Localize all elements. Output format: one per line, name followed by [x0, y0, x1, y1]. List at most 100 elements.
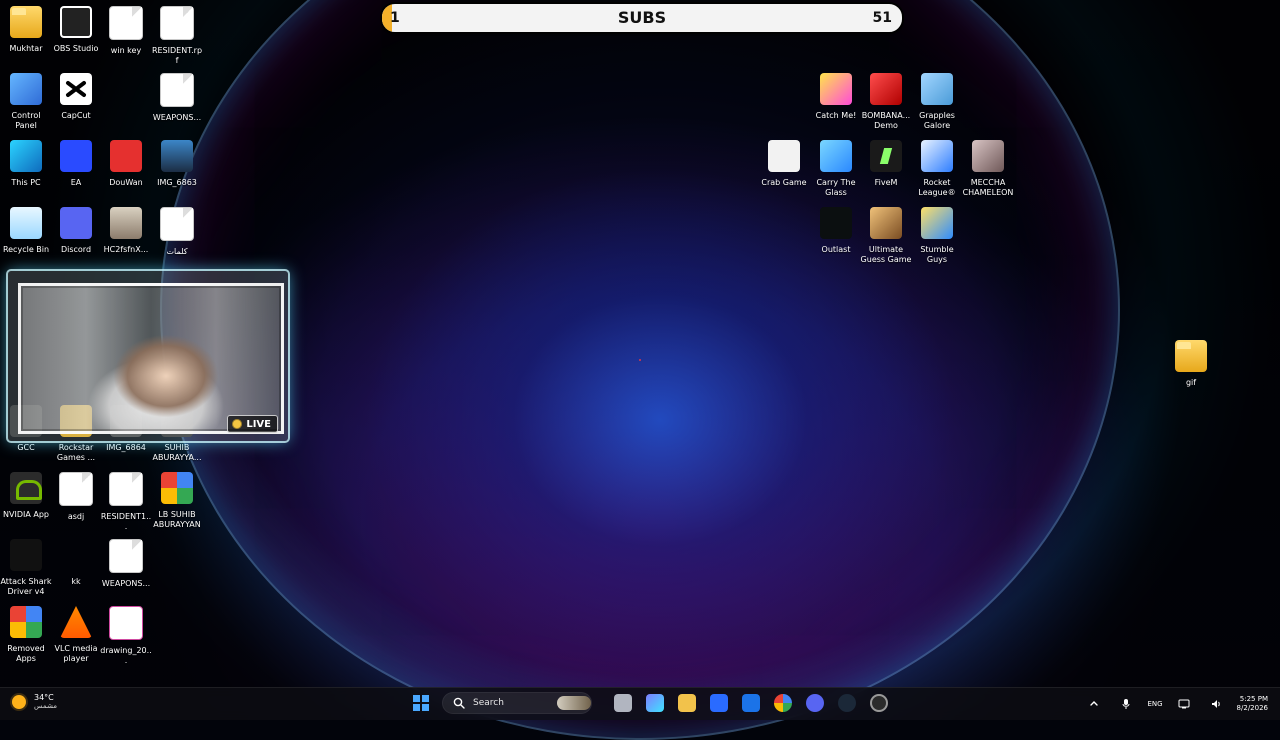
desktop-icon[interactable]: EA	[50, 140, 102, 188]
desktop-icon[interactable]: NVIDIA App	[0, 472, 52, 520]
desktop-icon[interactable]: gif	[1165, 340, 1217, 388]
file-icon	[160, 207, 194, 241]
desktop-icon[interactable]: MECCHA CHAMELEON	[962, 140, 1014, 198]
desktop-icon-label: asdj	[67, 512, 85, 521]
desktop-icon-label: WEAPONS...	[152, 113, 202, 122]
live-label: LIVE	[246, 418, 271, 430]
chrome-button[interactable]	[772, 692, 794, 714]
ea-icon	[60, 140, 92, 172]
mic-icon	[1122, 699, 1130, 709]
desktop-icon[interactable]: Grapples Galore	[911, 73, 963, 131]
steam-button[interactable]	[836, 692, 858, 714]
desktop-icon[interactable]: VLC media player	[50, 606, 102, 664]
desktop-icon[interactable]: WEAPONS...	[151, 73, 203, 123]
desktop-icon[interactable]: This PC	[0, 140, 52, 188]
desktop-icon-label: MECCHA CHAMELEON	[962, 178, 1014, 197]
image-icon	[161, 140, 193, 172]
desktop-icon[interactable]: IMG_6863	[151, 140, 203, 188]
store-icon	[710, 694, 728, 712]
weather-widget[interactable]: 34°C مشمس	[12, 693, 57, 711]
control-panel-icon	[10, 73, 42, 105]
desktop-icon[interactable]: Control Panel	[0, 73, 52, 131]
folder-icon	[10, 6, 42, 38]
desktop-icon[interactable]: Recycle Bin	[0, 207, 52, 255]
desktop-icon-label: Attack Shark Driver v4	[0, 577, 52, 596]
language-indicator[interactable]: ENG	[1147, 700, 1162, 708]
desktop-icon[interactable]: Catch Me!	[810, 73, 862, 121]
carry-glass-icon	[820, 140, 852, 172]
desktop-icon[interactable]: Mukhtar	[0, 6, 52, 54]
task-view-button[interactable]	[612, 692, 634, 714]
desktop-icon[interactable]: RESIDENT1...	[100, 472, 152, 532]
desktop-icon-label: FiveM	[874, 178, 898, 187]
desktop-icon[interactable]: Outlast	[810, 207, 862, 255]
taskbar-pinned-apps	[612, 692, 890, 714]
desktop-icon[interactable]: Crab Game	[758, 140, 810, 188]
desktop-icon[interactable]: OBS Studio	[50, 6, 102, 54]
chrome-icon	[161, 472, 193, 504]
desktop-icon[interactable]: Ultimate Guess Game	[860, 207, 912, 265]
volume-button[interactable]	[1205, 693, 1227, 715]
desktop-icon-label: VLC media player	[54, 644, 98, 663]
outlook-button[interactable]	[740, 692, 762, 714]
desktop-icon-label: RESIDENT.rpf	[151, 46, 203, 65]
settings-button[interactable]	[868, 692, 890, 714]
desktop-icon[interactable]: Stumble Guys	[911, 207, 963, 265]
taskbar-search[interactable]: Search	[442, 692, 592, 714]
desktop-icon[interactable]: asdj	[50, 472, 102, 522]
desktop-icon[interactable]: Removed Apps	[0, 606, 52, 664]
desktop-icon[interactable]: WEAPONS...	[100, 539, 152, 589]
desktop-icon[interactable]: كلمات	[151, 207, 203, 257]
desktop-icon[interactable]: win key	[100, 6, 152, 56]
network-button[interactable]	[1173, 693, 1195, 715]
sun-icon	[12, 695, 26, 709]
stumble-guys-icon	[921, 207, 953, 239]
desktop-icon[interactable]: RESIDENT.rpf	[151, 6, 203, 66]
obs-icon	[60, 6, 92, 38]
desktop-icon[interactable]: kk	[50, 539, 102, 587]
desktop-icon-label: gif	[1185, 378, 1197, 387]
desktop-icon[interactable]: Carry The Glass	[810, 140, 862, 198]
desktop-icon[interactable]: drawing_20...	[100, 606, 152, 666]
desktop-icon[interactable]: CapCut	[50, 73, 102, 121]
desktop-icon-label: kk	[71, 577, 81, 586]
file-icon	[59, 472, 93, 506]
desktop-icon[interactable]: HC2fsfnX...	[100, 207, 152, 255]
file-explorer-button[interactable]	[676, 692, 698, 714]
discord-button[interactable]	[804, 692, 826, 714]
desktop-icon-label: Grapples Galore	[919, 111, 955, 130]
desktop-icon	[151, 606, 203, 644]
file-icon	[109, 539, 143, 573]
red-dot	[639, 359, 641, 361]
desktop-icon-label: كلمات	[166, 247, 188, 256]
desktop-icon[interactable]: Attack Shark Driver v4	[0, 539, 52, 597]
clock[interactable]: 5:25 PM 8/2/2026	[1237, 695, 1268, 713]
desktop-icon-label: Mukhtar	[9, 44, 43, 53]
outlook-icon	[742, 694, 760, 712]
gear-icon	[870, 694, 888, 712]
start-button[interactable]	[410, 692, 432, 714]
desktop-icon-label: NVIDIA App	[3, 510, 49, 519]
desktop-icon[interactable]: BOMBANA... Demo	[860, 73, 912, 131]
live-badge: LIVE	[227, 415, 278, 433]
file-icon	[109, 472, 143, 506]
tray-overflow-button[interactable]	[1083, 693, 1105, 715]
webcam-overlay: LIVE	[8, 271, 288, 441]
desktop-icon-label: win key	[110, 46, 142, 55]
desktop-icon-label: Discord	[60, 245, 92, 254]
search-placeholder: Search	[473, 698, 504, 708]
desktop-icon[interactable]: Rocket League®	[911, 140, 963, 198]
subs-title: SUBS	[617, 8, 667, 27]
blank-icon	[161, 606, 193, 638]
desktop-icon[interactable]: DouWan	[100, 140, 152, 188]
mic-button[interactable]	[1115, 693, 1137, 715]
desktop-icon[interactable]: LB SUHIB ABURAYYAN	[151, 472, 203, 530]
steam-icon	[838, 694, 856, 712]
copilot-button[interactable]	[644, 692, 666, 714]
meccha-icon	[972, 140, 1004, 172]
image-icon	[109, 606, 143, 640]
desktop-icon[interactable]: FiveM	[860, 140, 912, 188]
store-button[interactable]	[708, 692, 730, 714]
desktop-icon[interactable]: Discord	[50, 207, 102, 255]
crab-game-icon	[768, 140, 800, 172]
